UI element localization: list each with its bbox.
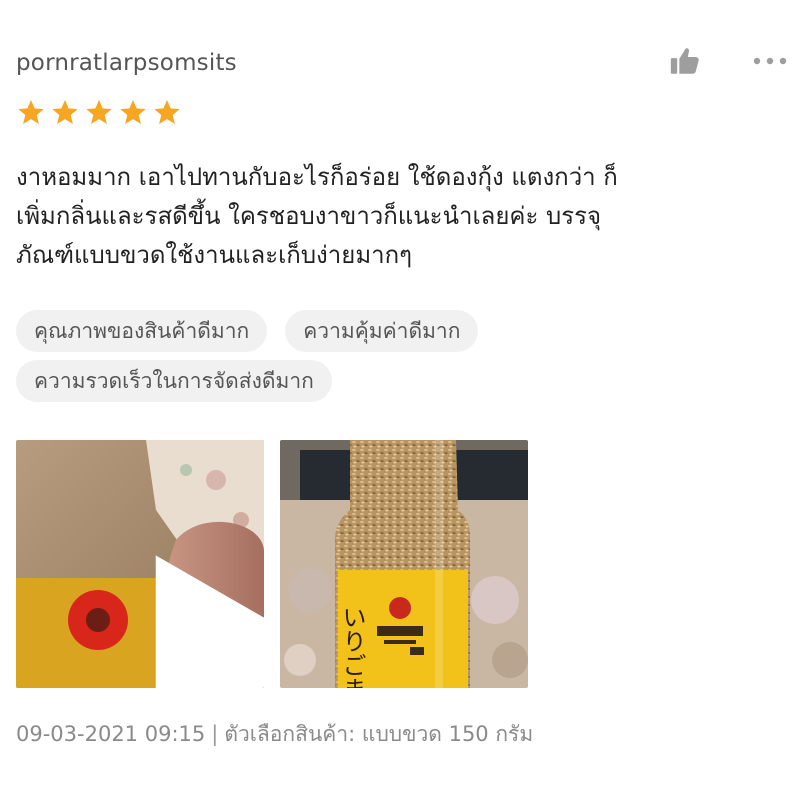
bottle-label-text: いりごま: [338, 605, 366, 688]
star-rating: [16, 98, 182, 128]
review-text: งาหอมมาก เอาไปทานกับอะไรก็อร่อย ใช้ดองกุ…: [16, 158, 786, 275]
star-icon: [154, 100, 180, 124]
review-card: pornratlarpsomsits งาหอมมาก เอาไปทานกับอ…: [0, 0, 800, 800]
review-photo-thumbnail[interactable]: いりごま: [280, 440, 528, 688]
meta-separator: |: [211, 722, 219, 746]
variation-label: ตัวเลือกสินค้า:: [224, 722, 356, 746]
tag-product-quality: คุณภาพของสินค้าดีมาก: [16, 310, 268, 352]
more-dots-icon[interactable]: [752, 55, 788, 67]
star-icon: [86, 100, 112, 124]
thumbs-up-icon[interactable]: [668, 44, 702, 78]
star-icon: [18, 100, 44, 124]
variation-value: แบบขวด 150 กรัม: [361, 722, 534, 746]
review-tags: คุณภาพของสินค้าดีมาก ความคุ้มค่าดีมาก คว…: [16, 310, 786, 410]
tag-delivery-speed: ความรวดเร็วในการจัดส่งดีมาก: [16, 360, 332, 402]
star-icon: [120, 100, 146, 124]
review-datetime: 09-03-2021 09:15: [16, 722, 206, 746]
review-actions: [668, 44, 788, 78]
review-video-thumbnail[interactable]: [16, 440, 264, 688]
review-meta: 09-03-2021 09:15 | ตัวเลือกสินค้า: แบบขวด …: [16, 718, 533, 751]
star-icon: [52, 100, 78, 124]
review-text-line: เพิ่มกลิ่นและรสดีขึ้น ใครชอบงาขาวก็แนะนำ…: [16, 202, 602, 230]
review-text-line: ภัณฑ์แบบขวดใช้งานและเก็บง่ายมากๆ: [16, 241, 413, 269]
review-media: いりごま: [16, 440, 528, 688]
sesame-bottle-photo: いりごま: [280, 440, 528, 688]
tag-value-for-money: ความคุ้มค่าดีมาก: [285, 310, 479, 352]
reviewer-username[interactable]: pornratlarpsomsits: [16, 50, 237, 76]
play-icon[interactable]: [119, 537, 264, 688]
review-text-line: งาหอมมาก เอาไปทานกับอะไรก็อร่อย ใช้ดองกุ…: [16, 163, 618, 191]
